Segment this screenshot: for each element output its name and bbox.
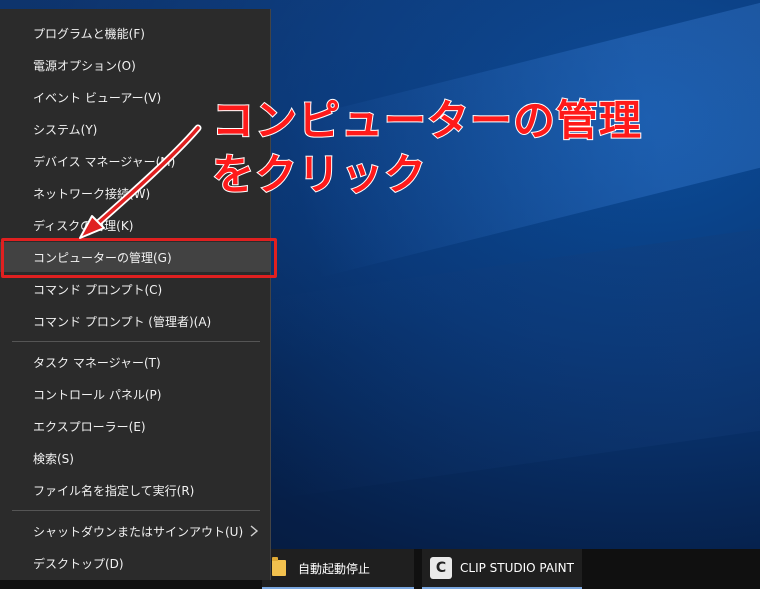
menu-item-label: シャットダウンまたはサインアウト(U) xyxy=(33,524,244,539)
menu-item-desktop[interactable]: デスクトップ(D) xyxy=(0,548,270,578)
taskbar-clip-studio-button[interactable]: C CLIP STUDIO PAINT xyxy=(422,549,582,589)
menu-item-task-manager[interactable]: タスク マネージャー(T) xyxy=(0,347,270,377)
menu-item-programs-features[interactable]: プログラムと機能(F) xyxy=(0,18,270,48)
menu-item-label: イベント ビューアー(V) xyxy=(33,90,162,105)
annotation-highlight-box xyxy=(1,238,277,278)
menu-item-label: デバイス マネージャー(M) xyxy=(33,154,176,169)
taskbar-folder-label: 自動起動停止 xyxy=(298,561,371,576)
menu-item-label: デスクトップ(D) xyxy=(33,556,124,571)
annotation-text: コンピューターの管理 をクリック xyxy=(211,94,643,202)
menu-item-label: システム(Y) xyxy=(33,122,98,137)
menu-item-search[interactable]: 検索(S) xyxy=(0,443,270,473)
menu-item-run[interactable]: ファイル名を指定して実行(R) xyxy=(0,475,270,505)
menu-item-explorer[interactable]: エクスプローラー(E) xyxy=(0,411,270,441)
menu-item-label: コマンド プロンプト (管理者)(A) xyxy=(33,314,212,329)
menu-item-label: コントロール パネル(P) xyxy=(33,387,162,402)
menu-item-label: 電源オプション(O) xyxy=(33,58,136,73)
menu-item-power-options[interactable]: 電源オプション(O) xyxy=(0,50,270,80)
menu-item-command-prompt-admin[interactable]: コマンド プロンプト (管理者)(A) xyxy=(0,306,270,336)
menu-item-label: ネットワーク接続(W) xyxy=(33,186,151,201)
menu-item-label: プログラムと機能(F) xyxy=(33,26,145,41)
menu-item-label: ファイル名を指定して実行(R) xyxy=(33,483,195,498)
menu-item-shutdown-signout[interactable]: シャットダウンまたはサインアウト(U) xyxy=(0,516,270,546)
menu-item-label: タスク マネージャー(T) xyxy=(33,355,161,370)
menu-separator xyxy=(12,341,260,342)
menu-item-label: ディスクの管理(K) xyxy=(33,218,134,233)
annotation-line-2: をクリック xyxy=(211,149,428,200)
menu-separator xyxy=(12,510,260,511)
menu-item-label: エクスプローラー(E) xyxy=(33,419,146,434)
taskbar-folder-button[interactable]: 自動起動停止 xyxy=(262,549,414,589)
menu-item-label: コマンド プロンプト(C) xyxy=(33,282,163,297)
clip-studio-icon: C xyxy=(430,557,452,579)
menu-item-disk-management[interactable]: ディスクの管理(K) xyxy=(0,210,270,240)
menu-item-command-prompt[interactable]: コマンド プロンプト(C) xyxy=(0,274,270,304)
menu-item-label: 検索(S) xyxy=(33,451,74,466)
taskbar-clip-studio-label: CLIP STUDIO PAINT xyxy=(460,561,574,575)
annotation-line-1: コンピューターの管理 xyxy=(211,95,643,146)
chevron-right-icon xyxy=(250,525,259,537)
folder-icon xyxy=(272,557,286,576)
menu-item-control-panel[interactable]: コントロール パネル(P) xyxy=(0,379,270,409)
